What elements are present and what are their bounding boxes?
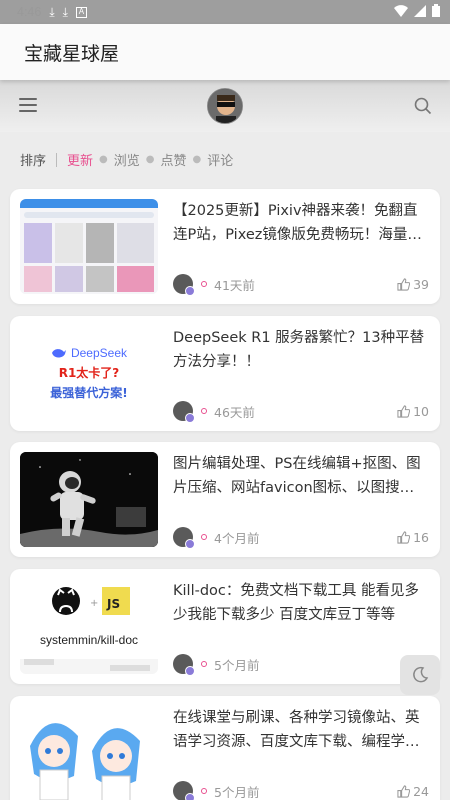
- sort-option-update[interactable]: 更新: [67, 150, 93, 169]
- post-meta: 41天前 39: [173, 273, 429, 296]
- post-meta: 4个月前 16: [173, 526, 429, 549]
- sort-label: 排序: [20, 154, 47, 169]
- download-icon: ⤓: [62, 4, 68, 19]
- thumb-line1: R1太卡了?: [58, 366, 120, 380]
- header: [0, 80, 450, 132]
- wifi-icon: [394, 4, 408, 20]
- post-thumbnail: [20, 452, 158, 547]
- author-avatar[interactable]: [173, 654, 195, 676]
- author-avatar[interactable]: [173, 527, 195, 549]
- dot-separator: ●: [99, 154, 108, 165]
- post-time: 4个月前: [214, 530, 260, 546]
- sort-option-likes[interactable]: 点赞: [161, 150, 187, 169]
- deepseek-logo: DeepSeek: [51, 346, 127, 360]
- like-count[interactable]: 24: [397, 784, 429, 799]
- sort-option-views[interactable]: 浏览: [114, 150, 140, 169]
- thumbs-up-icon: [397, 404, 411, 418]
- status-dot: [201, 534, 207, 540]
- divider: [56, 152, 58, 167]
- dot-separator: ●: [145, 154, 155, 165]
- thumbs-up-icon: [397, 530, 411, 544]
- post-time: 46天前: [214, 404, 255, 420]
- like-count[interactable]: 16: [397, 530, 429, 545]
- status-time: 4:46: [17, 5, 42, 19]
- thumb-repo-text: systemmin/kill-doc: [39, 633, 138, 647]
- post-title[interactable]: 在线课堂与刷课、各种学习镜像站、英语学习资源、百度文库下载、编程学…: [173, 706, 428, 754]
- post-time: 5个月前: [214, 784, 260, 800]
- dot-separator: ●: [192, 154, 202, 165]
- a-icon: A: [75, 6, 87, 18]
- dark-mode-button[interactable]: [400, 655, 440, 695]
- whale-icon: [51, 349, 66, 358]
- post-thumbnail: [20, 706, 158, 800]
- post-card[interactable]: 图片编辑处理、PS在线编辑+抠图、图片压缩、网站favicon图标、以图搜… 4…: [10, 442, 440, 557]
- thumbs-up-icon: [397, 277, 411, 291]
- post-meta: 5个月前: [173, 653, 429, 676]
- avatar[interactable]: [207, 88, 243, 124]
- post-title[interactable]: DeepSeek R1 服务器繁忙？13种平替方法分享！！: [173, 326, 428, 374]
- status-dot: [201, 281, 207, 287]
- post-card[interactable]: 【2025更新】Pixiv神器来袭！免翻直连P站，Pixez镜像版免费畅玩！海量…: [10, 189, 440, 304]
- post-meta: 46天前 10: [173, 400, 429, 423]
- post-title[interactable]: Kill-doc：免费文档下载工具 能看见多少我能下载多少 百度文库豆丁等等: [173, 579, 428, 627]
- post-card[interactable]: DeepSeek R1太卡了? 最强替代方案! DeepSeek R1 服务器繁…: [10, 316, 440, 431]
- status-dot: [201, 661, 207, 667]
- post-card[interactable]: + JS systemmin/kill-doc Kill-doc：免费文档下载工…: [10, 569, 440, 684]
- post-time: 41天前: [214, 277, 255, 293]
- battery-icon: [432, 4, 440, 20]
- sort-option-comments[interactable]: 评论: [207, 150, 233, 169]
- like-count[interactable]: 39: [397, 277, 429, 292]
- post-title[interactable]: 【2025更新】Pixiv神器来袭！免翻直连P站，Pixez镜像版免费畅玩！海量…: [173, 199, 428, 247]
- thumbs-up-icon: [397, 784, 411, 798]
- author-avatar[interactable]: [173, 401, 195, 423]
- author-avatar[interactable]: [173, 274, 195, 296]
- svg-text:+: +: [90, 598, 98, 609]
- menu-icon[interactable]: [19, 98, 37, 112]
- post-title[interactable]: 图片编辑处理、PS在线编辑+抠图、图片压缩、网站favicon图标、以图搜…: [173, 452, 428, 500]
- app-title: 宝藏星球屋: [24, 42, 120, 65]
- like-count-value: 10: [413, 403, 429, 419]
- post-thumbnail: + JS systemmin/kill-doc: [20, 579, 158, 674]
- like-count-value: 39: [413, 276, 429, 292]
- status-bar: 4:46 ⤓ ⤓ A: [0, 0, 450, 24]
- post-thumbnail: DeepSeek R1太卡了? 最强替代方案!: [20, 326, 158, 421]
- js-logo-text: JS: [107, 597, 121, 611]
- app-bar: 宝藏星球屋: [0, 24, 450, 80]
- deepseek-brand: DeepSeek: [70, 346, 128, 360]
- like-count-value: 24: [413, 783, 429, 799]
- post-time: 5个月前: [214, 657, 260, 673]
- search-icon[interactable]: [414, 97, 432, 115]
- sort-bar: 排序 更新 ● 浏览 ● 点赞 ● 评论: [0, 132, 450, 187]
- moon-icon: [413, 666, 429, 683]
- post-card[interactable]: 在线课堂与刷课、各种学习镜像站、英语学习资源、百度文库下载、编程学… 5个月前 …: [10, 696, 440, 800]
- like-count-value: 16: [413, 529, 429, 545]
- download-icon: ⤓: [49, 4, 55, 19]
- post-thumbnail: [20, 199, 158, 294]
- author-avatar[interactable]: [173, 781, 195, 800]
- like-count[interactable]: 10: [397, 404, 429, 419]
- post-meta: 5个月前 24: [173, 780, 429, 800]
- thumb-line2: 最强替代方案!: [50, 386, 128, 400]
- signal-icon: [414, 4, 426, 20]
- status-dot: [201, 788, 207, 794]
- status-dot: [201, 408, 207, 414]
